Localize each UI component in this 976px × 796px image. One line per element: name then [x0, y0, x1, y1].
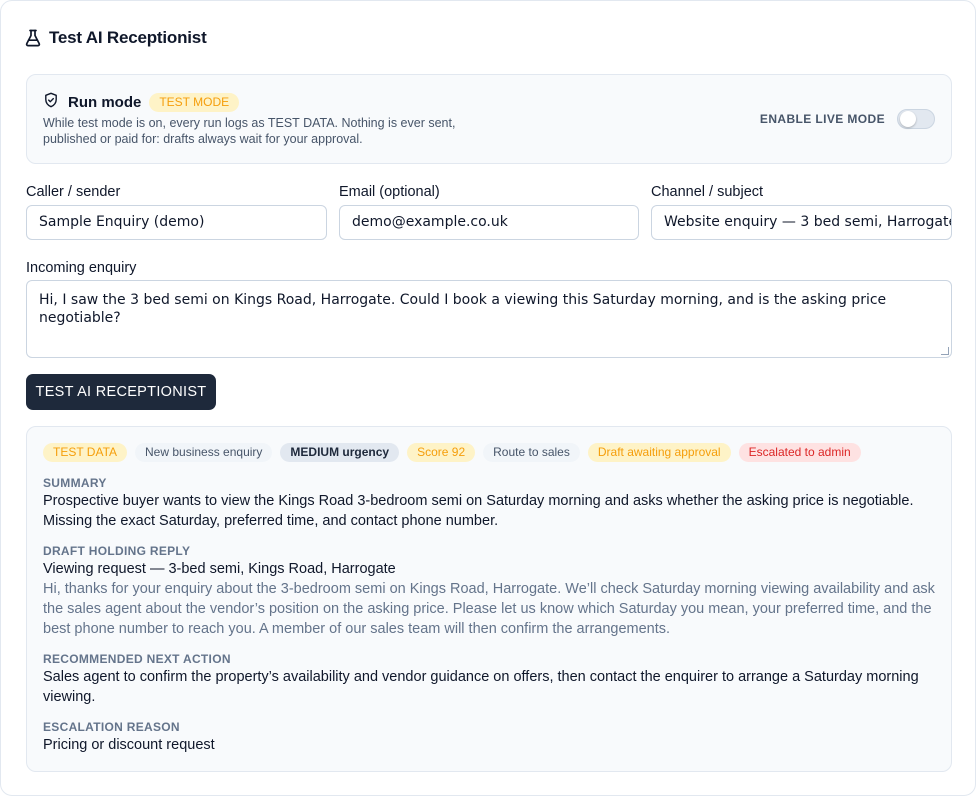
- status-badge: Escalated to admin: [738, 443, 861, 462]
- escalation-text: Pricing or discount request: [43, 737, 215, 753]
- enquiry-textarea[interactable]: Hi, I saw the 3 bed semi on Kings Road, …: [26, 280, 952, 358]
- test-mode-badge: TEST MODE: [149, 93, 240, 112]
- summary-label: SUMMARY: [43, 476, 107, 490]
- email-input[interactable]: demo@example.co.uk: [339, 205, 639, 240]
- channel-input[interactable]: Website enquiry — 3 bed semi, Harrogate: [651, 205, 952, 240]
- resize-handle[interactable]: [941, 347, 949, 355]
- status-badge: Draft awaiting approval: [587, 443, 731, 462]
- result-panel: TEST DATA New business enquiry MEDIUM ur…: [26, 426, 952, 772]
- receptionist-test-card: Test AI Receptionist Run mode TEST MODE …: [0, 0, 976, 796]
- run-mode-panel: Run mode TEST MODE While test mode is on…: [26, 74, 952, 164]
- toggle-knob: [900, 111, 916, 127]
- shield-check-icon: [43, 92, 59, 113]
- draft-label: DRAFT HOLDING REPLY: [43, 544, 191, 558]
- run-mode-title: Run mode: [68, 94, 142, 111]
- header: Test AI Receptionist: [25, 28, 207, 48]
- live-mode-control: ENABLE LIVE MODE: [760, 109, 935, 129]
- caller-input[interactable]: Sample Enquiry (demo): [26, 205, 327, 240]
- next-action-label: RECOMMENDED NEXT ACTION: [43, 652, 231, 666]
- test-receptionist-button[interactable]: TEST AI RECEPTIONIST: [26, 374, 216, 410]
- page-title: Test AI Receptionist: [49, 28, 207, 47]
- result-badges: TEST DATA New business enquiry MEDIUM ur…: [43, 443, 861, 462]
- draft-body: Hi, thanks for your enquiry about the 3-…: [43, 581, 935, 637]
- escalation-label: ESCALATION REASON: [43, 720, 180, 734]
- channel-label: Channel / subject: [651, 184, 764, 200]
- status-badge: Route to sales: [483, 443, 580, 462]
- live-mode-label: ENABLE LIVE MODE: [759, 112, 885, 126]
- draft-subject: Viewing request — 3-bed semi, Kings Road…: [43, 561, 396, 577]
- caller-label: Caller / sender: [26, 184, 121, 200]
- status-badge: New business enquiry: [135, 443, 273, 462]
- email-label: Email (optional): [339, 184, 440, 200]
- status-badge: Score 92: [407, 443, 476, 462]
- status-badge: TEST DATA: [43, 443, 128, 462]
- live-mode-toggle[interactable]: [897, 109, 935, 129]
- enquiry-label: Incoming enquiry: [26, 260, 137, 276]
- summary-text: Prospective buyer wants to view the King…: [43, 493, 914, 529]
- next-action-text: Sales agent to confirm the property’s av…: [43, 669, 919, 705]
- enquiry-text: Hi, I saw the 3 bed semi on Kings Road, …: [39, 292, 887, 326]
- status-badge: MEDIUM urgency: [280, 443, 400, 462]
- run-mode-description: While test mode is on, every run logs as…: [43, 116, 456, 146]
- flask-icon: [25, 29, 41, 47]
- run-mode-header: Run mode TEST MODE: [43, 92, 240, 113]
